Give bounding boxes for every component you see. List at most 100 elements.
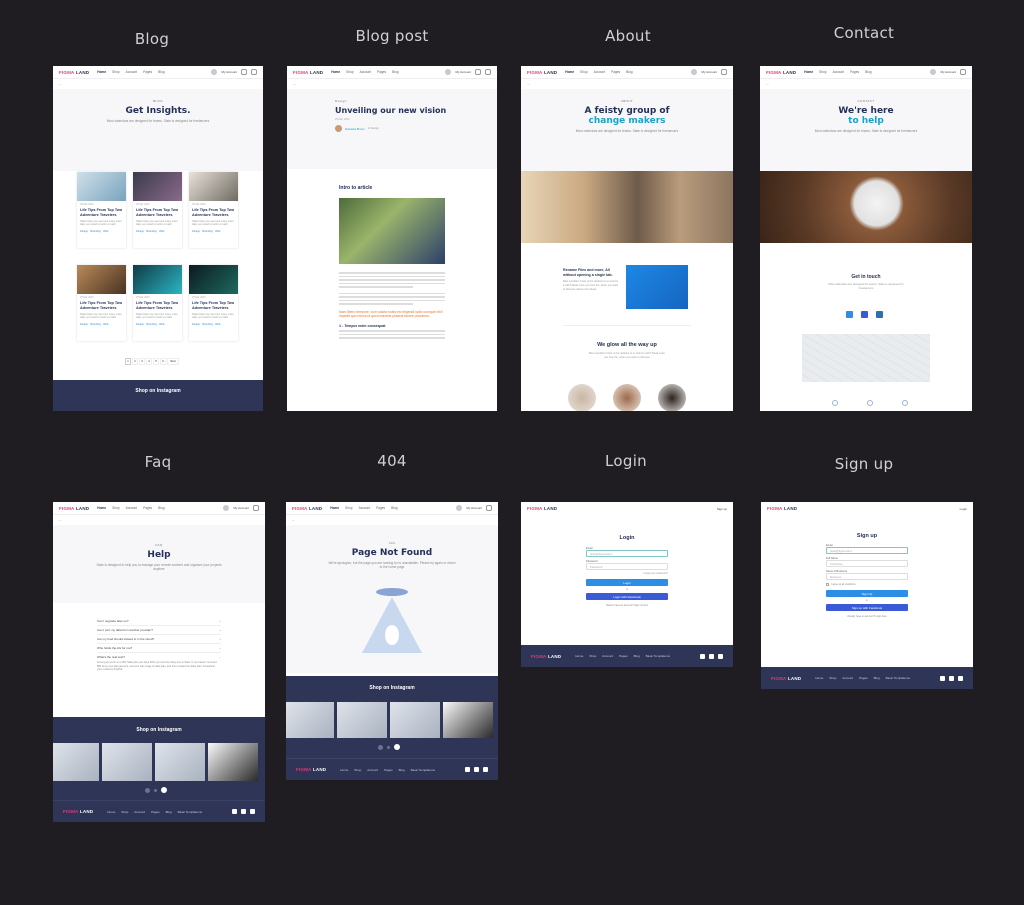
- agree-checkbox[interactable]: [826, 583, 829, 586]
- password-input[interactable]: Password: [586, 563, 668, 570]
- faq-item[interactable]: Are my food should slowed to in the clou…: [97, 635, 221, 644]
- cart-icon[interactable]: [251, 69, 257, 75]
- blog-card[interactable]: 25 Mar 2020 Life Tips From Top Two Adven…: [189, 265, 238, 341]
- logo[interactable]: FIGMA LAND: [59, 70, 89, 75]
- faq-item[interactable]: Can I port my data from another provider…: [97, 626, 221, 635]
- facebook-icon[interactable]: [709, 653, 714, 659]
- instagram-photo[interactable]: [208, 743, 258, 781]
- blog-card[interactable]: 25 Mar 2020 Life Tips From Top Two Adven…: [189, 172, 238, 248]
- login-prompt[interactable]: Already have an account? Login here: [826, 615, 908, 618]
- map[interactable]: [802, 334, 930, 382]
- menu-shop[interactable]: Shop: [819, 70, 826, 74]
- menu-pages[interactable]: Pages: [143, 70, 152, 74]
- signup-prompt[interactable]: Haven't have an account? Sign Up here: [586, 604, 668, 607]
- page-5[interactable]: 5: [153, 358, 159, 365]
- avatar[interactable]: [930, 69, 937, 75]
- page-6[interactable]: 6: [160, 358, 166, 365]
- team-member-avatar[interactable]: [568, 384, 596, 411]
- team-member-avatar[interactable]: [658, 384, 686, 411]
- account-link[interactable]: My Account: [221, 70, 237, 74]
- footer-logo[interactable]: FIGMA LAND: [771, 676, 801, 681]
- footer-logo[interactable]: FIGMA LAND: [296, 767, 326, 772]
- logo[interactable]: FIGMA LAND: [766, 70, 796, 75]
- blog-card[interactable]: 25 Mar 2020 Life Tips From Top Two Adven…: [133, 172, 182, 248]
- twitter-icon[interactable]: [846, 311, 853, 318]
- linkedin-icon[interactable]: [958, 675, 963, 681]
- menu-account[interactable]: Account: [594, 70, 606, 74]
- account-link[interactable]: My Account: [233, 506, 249, 510]
- instagram-photo[interactable]: [155, 743, 205, 781]
- menu-pages[interactable]: Pages: [850, 70, 859, 74]
- menu-account[interactable]: Account: [360, 70, 372, 74]
- menu-shop[interactable]: Shop: [580, 70, 587, 74]
- heart-icon[interactable]: [475, 69, 481, 75]
- menu-account[interactable]: Account: [126, 70, 138, 74]
- forgot-link[interactable]: Forgot your password?: [586, 572, 668, 575]
- facebook-icon[interactable]: [474, 767, 479, 772]
- login-link[interactable]: Login: [960, 507, 967, 511]
- instagram-photo[interactable]: [337, 702, 387, 738]
- heart-icon[interactable]: [241, 69, 247, 75]
- menu-shop[interactable]: Shop: [345, 506, 352, 510]
- menu-home[interactable]: Home: [330, 506, 339, 510]
- linkedin-icon[interactable]: [876, 311, 883, 318]
- menu-blog[interactable]: Blog: [158, 506, 164, 510]
- cart-icon[interactable]: [960, 69, 966, 75]
- menu-home[interactable]: Home: [97, 506, 106, 510]
- avatar[interactable]: [223, 505, 230, 511]
- name-input[interactable]: Full Name: [826, 560, 908, 567]
- page-3[interactable]: 3: [139, 358, 145, 365]
- menu-blog[interactable]: Blog: [865, 70, 871, 74]
- logo[interactable]: FIGMA LAND: [767, 506, 797, 511]
- menu-home[interactable]: Home: [331, 70, 340, 74]
- menu-account[interactable]: Account: [833, 70, 845, 74]
- menu-home[interactable]: Home: [804, 70, 813, 74]
- menu-blog[interactable]: Blog: [392, 70, 398, 74]
- faq-item[interactable]: Can I upgrade later on? +: [97, 617, 221, 626]
- instagram-photo[interactable]: [53, 743, 99, 781]
- linkedin-icon[interactable]: [250, 809, 255, 814]
- facebook-icon[interactable]: [949, 675, 954, 681]
- twitter-icon[interactable]: [700, 653, 705, 659]
- menu-account[interactable]: Account: [126, 506, 138, 510]
- facebook-login-button[interactable]: Login with Facebook: [586, 593, 668, 600]
- footer-logo[interactable]: FIGMA LAND: [63, 809, 93, 814]
- instagram-photo[interactable]: [286, 702, 334, 738]
- menu-blog[interactable]: Blog: [391, 506, 397, 510]
- instagram-photo[interactable]: [443, 702, 493, 738]
- account-link[interactable]: My Account: [466, 506, 482, 510]
- blog-card[interactable]: 25 Mar 2020 Life Tips From Top Two Adven…: [133, 265, 182, 341]
- page-1[interactable]: 1: [125, 358, 131, 365]
- twitter-icon[interactable]: [232, 809, 237, 814]
- menu-shop[interactable]: Shop: [112, 506, 119, 510]
- account-link[interactable]: My Account: [940, 70, 956, 74]
- faq-item-open[interactable]: What's the real cost? −: [97, 653, 221, 661]
- faq-item[interactable]: Who holds the AG for me? +: [97, 644, 221, 653]
- signup-link[interactable]: Sign up: [717, 507, 727, 511]
- avatar[interactable]: [445, 69, 452, 75]
- avatar[interactable]: [691, 69, 698, 75]
- menu-account[interactable]: Account: [359, 506, 371, 510]
- logo[interactable]: FIGMA LAND: [527, 70, 557, 75]
- signup-button[interactable]: Sign Up: [826, 590, 908, 597]
- instagram-photo[interactable]: [102, 743, 152, 781]
- account-link[interactable]: My Account: [455, 70, 471, 74]
- linkedin-icon[interactable]: [483, 767, 488, 772]
- menu-shop[interactable]: Shop: [346, 70, 353, 74]
- blog-card[interactable]: 25 Mar 2020 Life Tips From Top Two Adven…: [77, 172, 126, 248]
- cart-icon[interactable]: [253, 505, 259, 511]
- carousel-dot[interactable]: [154, 788, 157, 792]
- menu-pages[interactable]: Pages: [377, 70, 386, 74]
- carousel-dot-active[interactable]: [394, 744, 400, 750]
- carousel-dot[interactable]: [145, 787, 150, 793]
- carousel-dot[interactable]: [378, 744, 383, 750]
- page-4[interactable]: 4: [146, 358, 152, 365]
- facebook-signup-button[interactable]: Sign up with Facebook: [826, 604, 908, 611]
- menu-home[interactable]: Home: [565, 70, 574, 74]
- carousel-dot[interactable]: [387, 745, 390, 749]
- twitter-icon[interactable]: [465, 767, 470, 772]
- cart-icon[interactable]: [486, 505, 492, 511]
- logo[interactable]: FIGMA LAND: [59, 506, 89, 511]
- facebook-icon[interactable]: [241, 809, 246, 814]
- page-next[interactable]: Next: [167, 358, 179, 365]
